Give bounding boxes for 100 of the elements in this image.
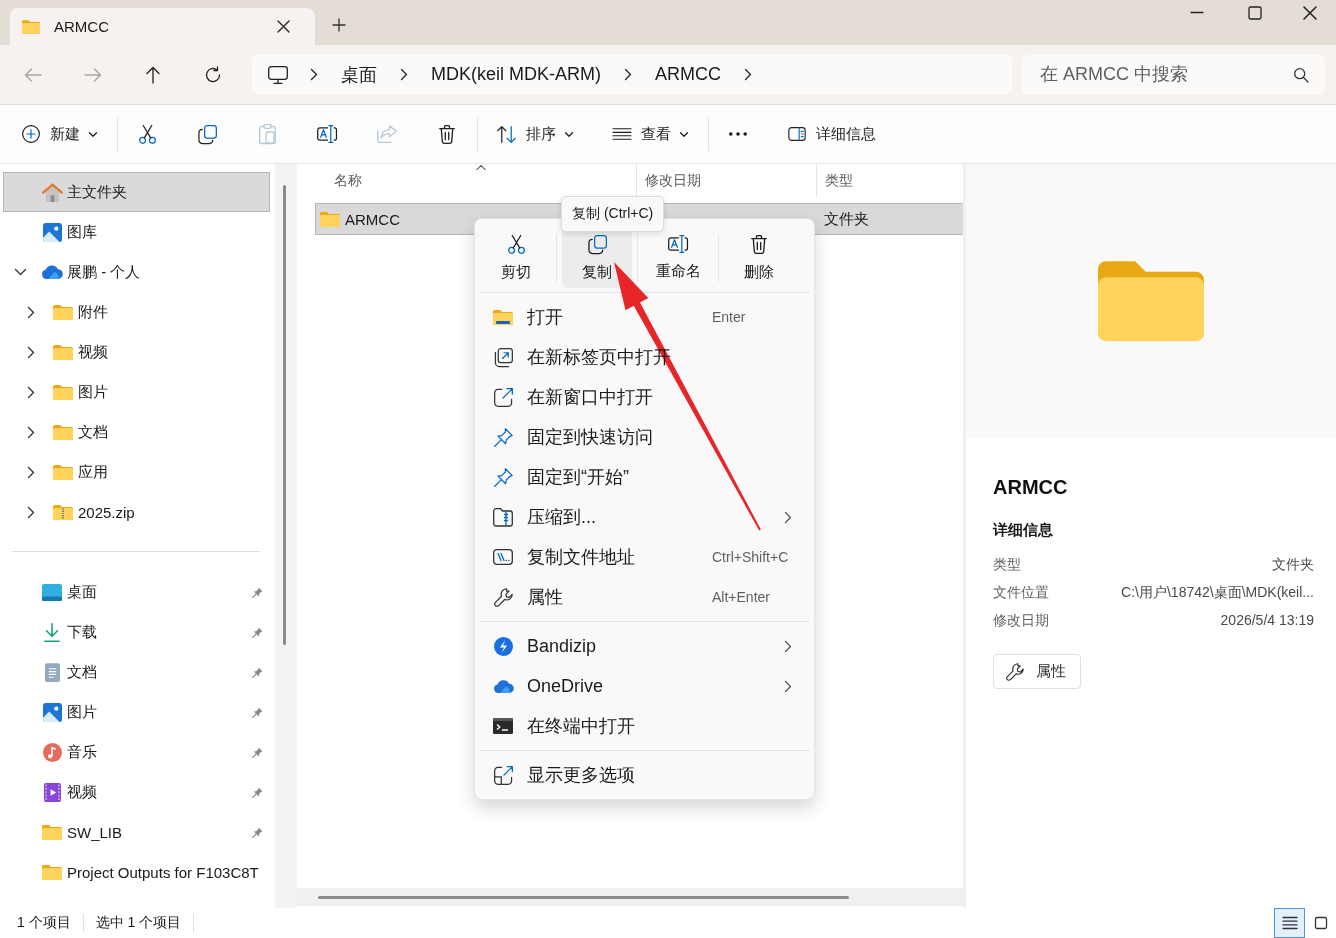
- menu-item[interactable]: 在新窗口中打开: [475, 377, 814, 417]
- menu-item[interactable]: 显示更多选项: [475, 755, 814, 795]
- chevron-right-icon[interactable]: [28, 426, 34, 438]
- search-icon[interactable]: [1294, 67, 1308, 82]
- wrench-icon: [1006, 662, 1024, 681]
- details-pane-button[interactable]: 详细信息: [778, 115, 886, 153]
- monitor-icon[interactable]: [268, 65, 288, 84]
- sidebar-item[interactable]: 图片: [3, 692, 270, 732]
- picture-icon: [42, 702, 62, 722]
- sidebar-item[interactable]: 应用: [3, 452, 270, 492]
- menu-item[interactable]: 在终端中打开: [475, 706, 814, 746]
- zip-folder-icon: [53, 504, 73, 520]
- property-label: 类型: [993, 555, 1021, 574]
- status-text: 选中 1 个项目: [95, 914, 182, 932]
- menu-item[interactable]: 固定到快速访问: [475, 417, 814, 457]
- file-name: ARMCC: [345, 210, 400, 228]
- pin-icon: [493, 467, 513, 487]
- search-field[interactable]: 在 ARMCC 中搜索: [1022, 54, 1325, 95]
- wrench-icon: [493, 587, 513, 607]
- document-icon: [44, 662, 60, 682]
- address-bar[interactable]: 桌面 MDK(keil MDK-ARM) ARMCC: [252, 54, 1012, 95]
- details-view-button[interactable]: [1274, 908, 1305, 938]
- terminal-icon: [493, 718, 513, 734]
- keyboard-shortcut: Alt+Enter: [712, 589, 771, 605]
- sidebar-item[interactable]: 展鹏 - 个人: [3, 252, 270, 292]
- music-icon: [42, 742, 62, 762]
- menu-item[interactable]: 固定到“开始”: [475, 457, 814, 497]
- chevron-right-icon[interactable]: [28, 346, 34, 358]
- tab[interactable]: ARMCC: [10, 8, 315, 45]
- item-title: ARMCC: [993, 475, 1069, 499]
- keyboard-shortcut: Enter: [712, 309, 747, 325]
- side-panel-icon: [788, 127, 806, 141]
- menu-item[interactable]: 属性 Alt+Enter: [475, 577, 814, 617]
- chevron-right-icon[interactable]: [401, 69, 407, 80]
- menu-item[interactable]: Bandizip: [475, 626, 814, 666]
- chevron-right-icon[interactable]: [625, 69, 631, 80]
- column-header[interactable]: 名称: [297, 164, 636, 197]
- folder-icon: [22, 19, 40, 34]
- sidebar-item[interactable]: SW_LIB: [3, 812, 270, 852]
- menu-item[interactable]: 复制文件地址 Ctrl+Shift+C: [475, 537, 814, 577]
- sidebar-item[interactable]: 下载: [3, 612, 270, 652]
- sidebar-item[interactable]: 2025.zip: [3, 492, 270, 532]
- sort-button[interactable]: 排序: [487, 115, 583, 153]
- sidebar-item[interactable]: 文档: [3, 412, 270, 452]
- folder-icon: [42, 824, 62, 840]
- cloud-icon: [41, 265, 63, 279]
- chevron-right-icon[interactable]: [28, 386, 34, 398]
- folder-icon: [53, 344, 73, 360]
- cut-button[interactable]: 剪切: [481, 228, 551, 288]
- properties-button[interactable]: 属性: [993, 654, 1081, 689]
- sidebar-item[interactable]: 图片: [3, 372, 270, 412]
- lightning-circle-icon: [493, 636, 513, 656]
- maximize-icon: [1249, 6, 1261, 19]
- pin-icon: [493, 427, 513, 447]
- property-label: 修改日期: [993, 611, 1049, 630]
- sidebar-item[interactable]: 图库: [3, 212, 270, 252]
- sidebar-item[interactable]: 视频: [3, 772, 270, 812]
- chevron-down-icon[interactable]: [14, 269, 26, 275]
- download-icon: [44, 622, 60, 642]
- scrollbar-thumb[interactable]: [283, 185, 286, 645]
- gallery-icon: [42, 222, 62, 242]
- sidebar-item[interactable]: 主文件夹: [3, 172, 270, 212]
- scrollbar-thumb[interactable]: [318, 895, 849, 899]
- chevron-right-icon[interactable]: [28, 506, 34, 518]
- menu-item[interactable]: 打开 Enter: [475, 297, 814, 337]
- scissors-icon: [507, 234, 525, 254]
- sidebar-item[interactable]: Project Outputs for F103C8T: [3, 852, 270, 892]
- video-icon: [43, 782, 61, 802]
- menu-item[interactable]: OneDrive: [475, 666, 814, 706]
- desktop-icon: [42, 583, 62, 601]
- delete-button[interactable]: 删除: [724, 228, 794, 288]
- close-icon: [1304, 6, 1316, 19]
- menu-item[interactable]: 压缩到...: [475, 497, 814, 537]
- chevron-right-icon[interactable]: [28, 466, 34, 478]
- chevron-right-icon[interactable]: [28, 306, 34, 318]
- sidebar-item[interactable]: 附件: [3, 292, 270, 332]
- folder-icon: [320, 211, 340, 227]
- view-button[interactable]: 查看: [603, 115, 698, 153]
- sidebar-item[interactable]: 桌面: [3, 572, 270, 612]
- new-button[interactable]: 新建: [12, 115, 107, 153]
- chevron-right-icon[interactable]: [745, 69, 751, 80]
- zip-folder-icon: [493, 508, 513, 526]
- sidebar-item[interactable]: 视频: [3, 332, 270, 372]
- sidebar-item[interactable]: 音乐: [3, 732, 270, 772]
- copy-icon: [587, 234, 607, 254]
- folder-icon: [53, 384, 73, 400]
- close-icon[interactable]: [278, 21, 289, 32]
- tooltip: 复制 (Ctrl+C): [561, 196, 665, 232]
- property-label: 文件位置: [993, 583, 1049, 602]
- stacked-box-arrow-icon: [493, 347, 513, 367]
- trash-icon: [751, 234, 767, 254]
- breadcrumb[interactable]: 桌面: [340, 62, 378, 87]
- plus-icon[interactable]: [333, 19, 345, 31]
- property-value: 文件夹: [1272, 555, 1314, 574]
- box-arrow-icon: [493, 765, 513, 785]
- breadcrumb[interactable]: ARMCC: [654, 64, 722, 85]
- breadcrumb[interactable]: MDK(keil MDK-ARM): [430, 64, 602, 85]
- status-text: 1 个项目: [17, 914, 71, 932]
- sidebar-item[interactable]: 文档: [3, 652, 270, 692]
- chevron-right-icon[interactable]: [311, 69, 317, 80]
